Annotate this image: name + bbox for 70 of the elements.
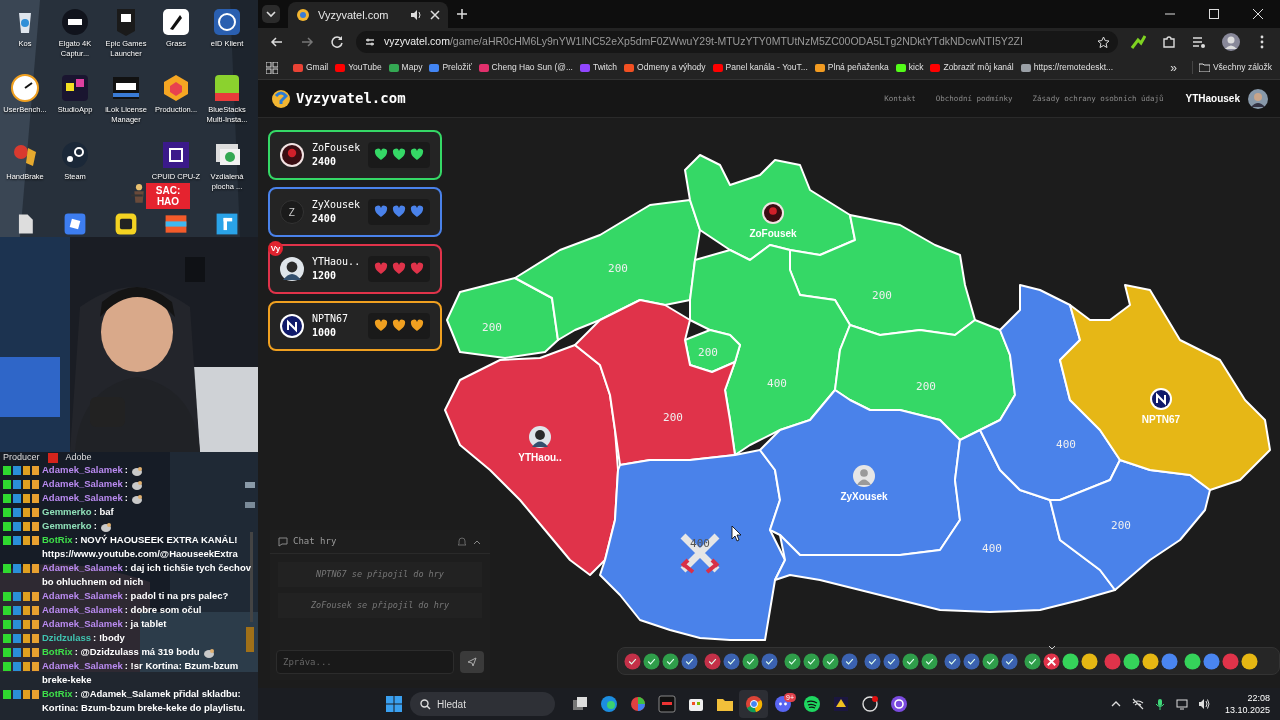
score-label: 200 <box>663 411 683 424</box>
bookmark-item[interactable]: https://remotedeskt... <box>1020 61 1114 74</box>
score-label: 200 <box>916 380 936 393</box>
url-host: vyzyvatel.com <box>384 34 450 50</box>
chat-message: Adamek_Salamek : <box>42 477 128 491</box>
player-score: 1200 <box>312 269 338 283</box>
chat-message: Adamek_Salamek : padol ti na prs palec? <box>42 589 229 603</box>
bookmark-item[interactable]: Gmail <box>293 61 329 74</box>
browser-tab[interactable]: Vyzyvatel.com <box>288 2 448 28</box>
score-label: 200 <box>872 289 892 302</box>
score-label: 400 <box>767 377 787 390</box>
stream-sticker: SAC: HAO <box>146 183 190 209</box>
tab-title: Vyzyvatel.com <box>318 7 390 23</box>
site-logo[interactable]: Vyzyvatel.com <box>296 88 406 109</box>
chat-message: Adamek_Salamek : !sr Kortina: Bzum-bzum breke-keke <box>42 659 240 687</box>
desktop-label: Producer <box>3 452 40 463</box>
bookmark-item[interactable]: Preložiť <box>429 61 472 74</box>
player-score: 1000 <box>312 326 338 340</box>
chat-message: BotRix : NOVÝ HAOUSEEK EXTRA KANÁL! https://www.youtube.com/@HaouseekExtra <box>42 533 239 561</box>
score-label: 400 <box>982 542 1002 555</box>
bookmark-item[interactable]: Zobraziť môj kanál <box>930 61 1014 74</box>
player-score: 2400 <box>311 212 337 226</box>
chat-message: Adamek_Salamek : <box>42 463 128 477</box>
system-message: ZoFousek se připojil do hry <box>278 592 482 618</box>
score-label: 200 <box>1111 519 1131 532</box>
chat-message: Gemmerko : baf <box>42 505 114 519</box>
chat-message: Adamek_Salamek : dobre som očul <box>42 603 202 617</box>
bookmark-item[interactable]: Twitch <box>580 61 618 74</box>
message-input[interactable]: Zpráva... <box>276 650 454 674</box>
player-score: 2400 <box>312 155 338 169</box>
avatar-initial: Z <box>280 200 304 224</box>
player-name: ZyXousek <box>311 198 360 212</box>
chat-message: BotRix : @Adamek_Salamek přidal skladbu: Kortina: Bzum-bzum breke-keke do playlistu. <box>42 687 247 715</box>
bookmark-item[interactable]: Odmeny a výhody <box>624 61 706 74</box>
username: YTHaousek <box>1185 92 1240 106</box>
search-placeholder: Hledat <box>437 697 466 712</box>
chat-message: Adamek_Salamek : ja tablet <box>42 617 167 631</box>
you-badge: Vy <box>268 241 283 256</box>
player-name: ZoFousek <box>749 228 797 239</box>
search-field[interactable]: Hledat <box>410 692 555 716</box>
clock-date: 13.10.2025 <box>1224 704 1270 716</box>
player-name: YTHaou.. <box>312 255 361 269</box>
player-name: NPTN67 <box>312 312 350 326</box>
chat-message: Dzidzulass : !body <box>42 631 125 645</box>
bookmark-item[interactable]: Panel kanála - YouT... <box>712 61 808 74</box>
score-label: 200 <box>608 262 628 275</box>
chat-message: Gemmerko : <box>42 519 97 533</box>
player-name: YTHaou.. <box>518 452 562 463</box>
address-bar[interactable]: vyzyvatel.com/game/aHR0cHM6Ly9nYW1INC52eXp5dmF0ZWwuY29t-MTUzYTY0MTUtNzM5ZC00ODA5LTg2NDktYTdkNDcwNTI5Y2ZI <box>356 31 1118 53</box>
score-label: 200 <box>482 321 502 334</box>
player-name: NPTN67 <box>1141 414 1181 425</box>
bookmark-item[interactable]: Mapy <box>388 61 423 74</box>
system-message: NPTN67 se připojil do hry <box>278 562 482 587</box>
player-name: ZyXousek <box>840 491 888 502</box>
all-bookmarks-button[interactable]: Všechny záložk <box>1191 61 1272 74</box>
bookmark-item[interactable]: YouTube <box>335 61 382 74</box>
bookmark-item[interactable]: Cheng Hao Sun (@... <box>478 61 573 74</box>
score-label: 400 <box>1056 438 1076 451</box>
more-bookmarks-button[interactable]: » <box>1170 58 1177 77</box>
chat-message: BotRix : @Dzidzulass má 319 bodu <box>42 645 200 659</box>
clock-time: 22:08 <box>1247 692 1270 704</box>
chat-message: Adamek_Salamek : daj ich tichšie tych čechov bo ohluchnem od nich <box>42 561 252 589</box>
url-path: /game/aHR0cHM6Ly9nYW1INC52eXp5dmF0ZWwuY29t-MTUzYTY0MTUtNzM5ZC00ODA5LTg2NDktYTdkNDcwNTI5Y2ZI <box>449 34 1023 50</box>
bookmark-item[interactable]: kick <box>895 61 924 74</box>
chat-message: Adamek_Salamek : <box>42 491 128 505</box>
player-name: ZoFousek <box>312 141 361 155</box>
bookmark-item[interactable]: Plná peňaženka <box>814 61 889 74</box>
desktop-label: Adobe <box>65 452 92 463</box>
score-label: 200 <box>698 346 718 359</box>
chat-title: Chat hry <box>293 534 338 548</box>
